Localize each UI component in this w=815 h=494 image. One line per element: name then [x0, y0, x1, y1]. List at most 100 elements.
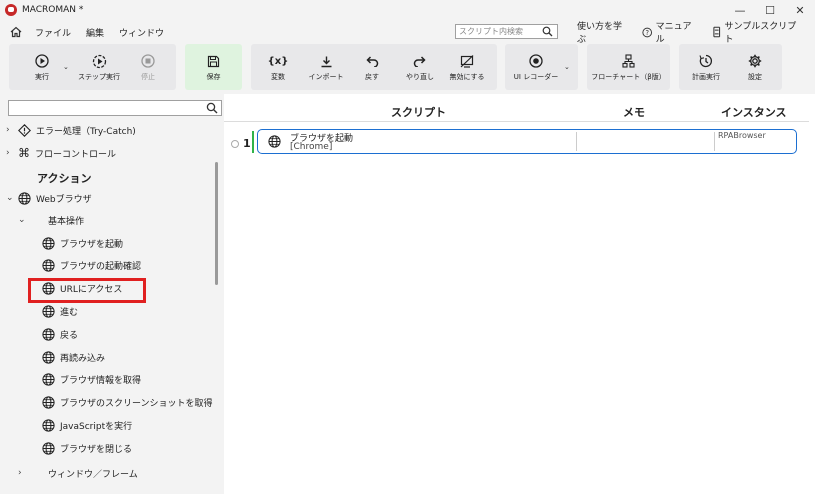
tree-action-item[interactable]: 戻る	[42, 325, 78, 343]
tree-item-label: エラー処理（Try-Catch)	[36, 126, 136, 137]
manual-link-label: マニュアル	[655, 22, 692, 45]
flowchart-button[interactable]: フローチャート（β版）	[587, 44, 670, 90]
stop-icon	[141, 52, 155, 70]
learn-link[interactable]: 使い方を学ぶ	[577, 19, 628, 45]
help-circle-icon: ?	[642, 27, 653, 37]
stop-button[interactable]: 停止	[130, 44, 166, 90]
step-run-button[interactable]: ステップ実行	[73, 44, 125, 90]
schedule-label: 計画実行	[692, 73, 720, 81]
row-number-label: 1	[243, 137, 251, 150]
redo-button[interactable]: やり直し	[400, 44, 440, 90]
toolbar: 実行 ⌄ ステップ実行 停止 保存 {x} 変数 インポート 戻す やり直し 無…	[0, 44, 815, 94]
undo-label: 戻す	[365, 73, 379, 81]
step-parameter: [Chrome]	[290, 142, 333, 152]
command-icon: ⌘	[18, 146, 30, 160]
stop-label: 停止	[141, 73, 155, 81]
tree-item-web-browser[interactable]: ⌄ Webブラウザ	[6, 189, 92, 207]
variable-button[interactable]: {x} 変数	[258, 44, 298, 90]
column-header-script: スクリプト	[391, 106, 446, 119]
globe-icon	[42, 305, 55, 318]
variable-icon: {x}	[267, 55, 289, 67]
maximize-button[interactable]: ☐	[755, 0, 785, 20]
tree-item-label: Webブラウザ	[36, 194, 92, 205]
row-number[interactable]: 1	[231, 137, 251, 150]
settings-label: 設定	[748, 73, 762, 81]
globe-icon	[42, 259, 55, 272]
step-run-label: ステップ実行	[78, 73, 120, 81]
globe-icon	[42, 350, 55, 364]
tree-action-item[interactable]: ブラウザ情報を取得	[42, 371, 141, 389]
tree-item-label: 基本操作	[48, 216, 85, 227]
search-icon[interactable]	[542, 26, 553, 40]
tree-action-item[interactable]: ブラウザを閉じる	[42, 439, 132, 457]
chevron-down-icon[interactable]: ⌄	[6, 193, 18, 203]
save-button[interactable]: 保存	[185, 44, 242, 90]
action-search-input[interactable]	[9, 101, 199, 115]
tree-item-basic-ops[interactable]: ⌄ 基本操作	[18, 211, 84, 229]
tree-action-label: 再読み込み	[60, 353, 106, 364]
sample-scripts-link[interactable]: サンプルスクリプト	[712, 19, 801, 45]
menu-file[interactable]: ファイル	[35, 26, 71, 39]
app-logo-icon	[5, 4, 17, 16]
run-dropdown-chevron-icon[interactable]: ⌄	[63, 63, 69, 71]
import-button[interactable]: インポート	[303, 44, 349, 90]
settings-button[interactable]: 設定	[737, 44, 773, 90]
recorder-dropdown-chevron-icon[interactable]: ⌄	[564, 63, 570, 71]
step-instance: RPABrowser	[718, 131, 766, 140]
disable-icon	[460, 52, 474, 70]
menu-edit[interactable]: 編集	[86, 26, 104, 39]
sample-scripts-label: サンプルスクリプト	[724, 22, 797, 45]
tree-action-label: JavaScriptを実行	[60, 421, 133, 432]
run-label: 実行	[35, 73, 49, 81]
ui-recorder-button[interactable]: UI レコーダー	[508, 44, 564, 90]
run-button[interactable]: 実行	[22, 44, 62, 90]
save-icon	[207, 52, 220, 70]
script-editor-panel: スクリプト メモ インスタンス 1 ブラウザを起動 [Chrome] RPABr…	[224, 94, 815, 494]
menu-window[interactable]: ウィンドウ	[119, 26, 164, 39]
download-icon	[320, 52, 333, 70]
tree-action-item[interactable]: ブラウザの起動確認	[42, 257, 141, 275]
tree-action-label: ブラウザ情報を取得	[60, 376, 142, 387]
help-links: 使い方を学ぶ ? マニュアル サンプルスクリプト	[577, 19, 815, 45]
chevron-right-icon[interactable]: ›	[6, 148, 18, 158]
undo-button[interactable]: 戻す	[355, 44, 389, 90]
close-button[interactable]: ✕	[785, 0, 815, 20]
tree-action-item[interactable]: ブラウザのスクリーンショットを取得	[42, 394, 213, 412]
column-header-memo: メモ	[623, 106, 645, 119]
search-icon[interactable]	[206, 102, 218, 117]
undo-icon	[365, 52, 379, 70]
tree-item-flow-control[interactable]: › ⌘ フローコントロール	[6, 144, 116, 162]
chevron-right-icon[interactable]: ›	[6, 125, 18, 135]
schedule-button[interactable]: 計画実行	[684, 44, 728, 90]
tree-item-label: ウィンドウ／フレーム	[48, 469, 138, 480]
header-divider	[224, 121, 809, 122]
disable-button[interactable]: 無効にする	[445, 44, 489, 90]
tree-item-label: フローコントロール	[35, 149, 117, 160]
breakpoint-icon[interactable]	[231, 139, 239, 148]
title-bar: MACROMAN * — ☐ ✕	[0, 0, 815, 20]
step-play-icon	[92, 52, 107, 70]
globe-icon	[18, 191, 31, 205]
manual-link[interactable]: ? マニュアル	[642, 19, 698, 45]
tree-item-error-handling[interactable]: › エラー処理（Try-Catch)	[6, 121, 136, 139]
home-icon[interactable]	[9, 25, 23, 39]
disable-label: 無効にする	[449, 73, 485, 81]
tree-action-item[interactable]: 進む	[42, 302, 78, 320]
tree-item-window-frame[interactable]: › ウィンドウ／フレーム	[18, 464, 138, 482]
step-divider	[576, 132, 577, 151]
chevron-right-icon[interactable]: ›	[18, 468, 48, 478]
tree-action-item[interactable]: ブラウザを起動	[42, 234, 123, 252]
tree-action-item[interactable]: 再読み込み	[42, 348, 105, 366]
ui-recorder-label: UI レコーダー	[513, 73, 559, 81]
tree-action-item[interactable]: JavaScriptを実行	[42, 416, 132, 434]
script-step-card[interactable]: ブラウザを起動 [Chrome] RPABrowser	[257, 129, 797, 154]
redo-label: やり直し	[406, 73, 434, 81]
tree-scrollbar[interactable]	[215, 162, 218, 285]
minimize-button[interactable]: —	[725, 0, 755, 20]
script-search-input[interactable]	[459, 27, 539, 36]
chevron-down-icon[interactable]: ⌄	[18, 215, 48, 225]
action-tree-panel: › エラー処理（Try-Catch) › ⌘ フローコントロール アクション ⌄…	[0, 94, 224, 494]
tree-action-label: ブラウザのスクリーンショットを取得	[60, 399, 213, 410]
sample-script-icon	[713, 26, 721, 38]
step-divider	[714, 132, 715, 151]
